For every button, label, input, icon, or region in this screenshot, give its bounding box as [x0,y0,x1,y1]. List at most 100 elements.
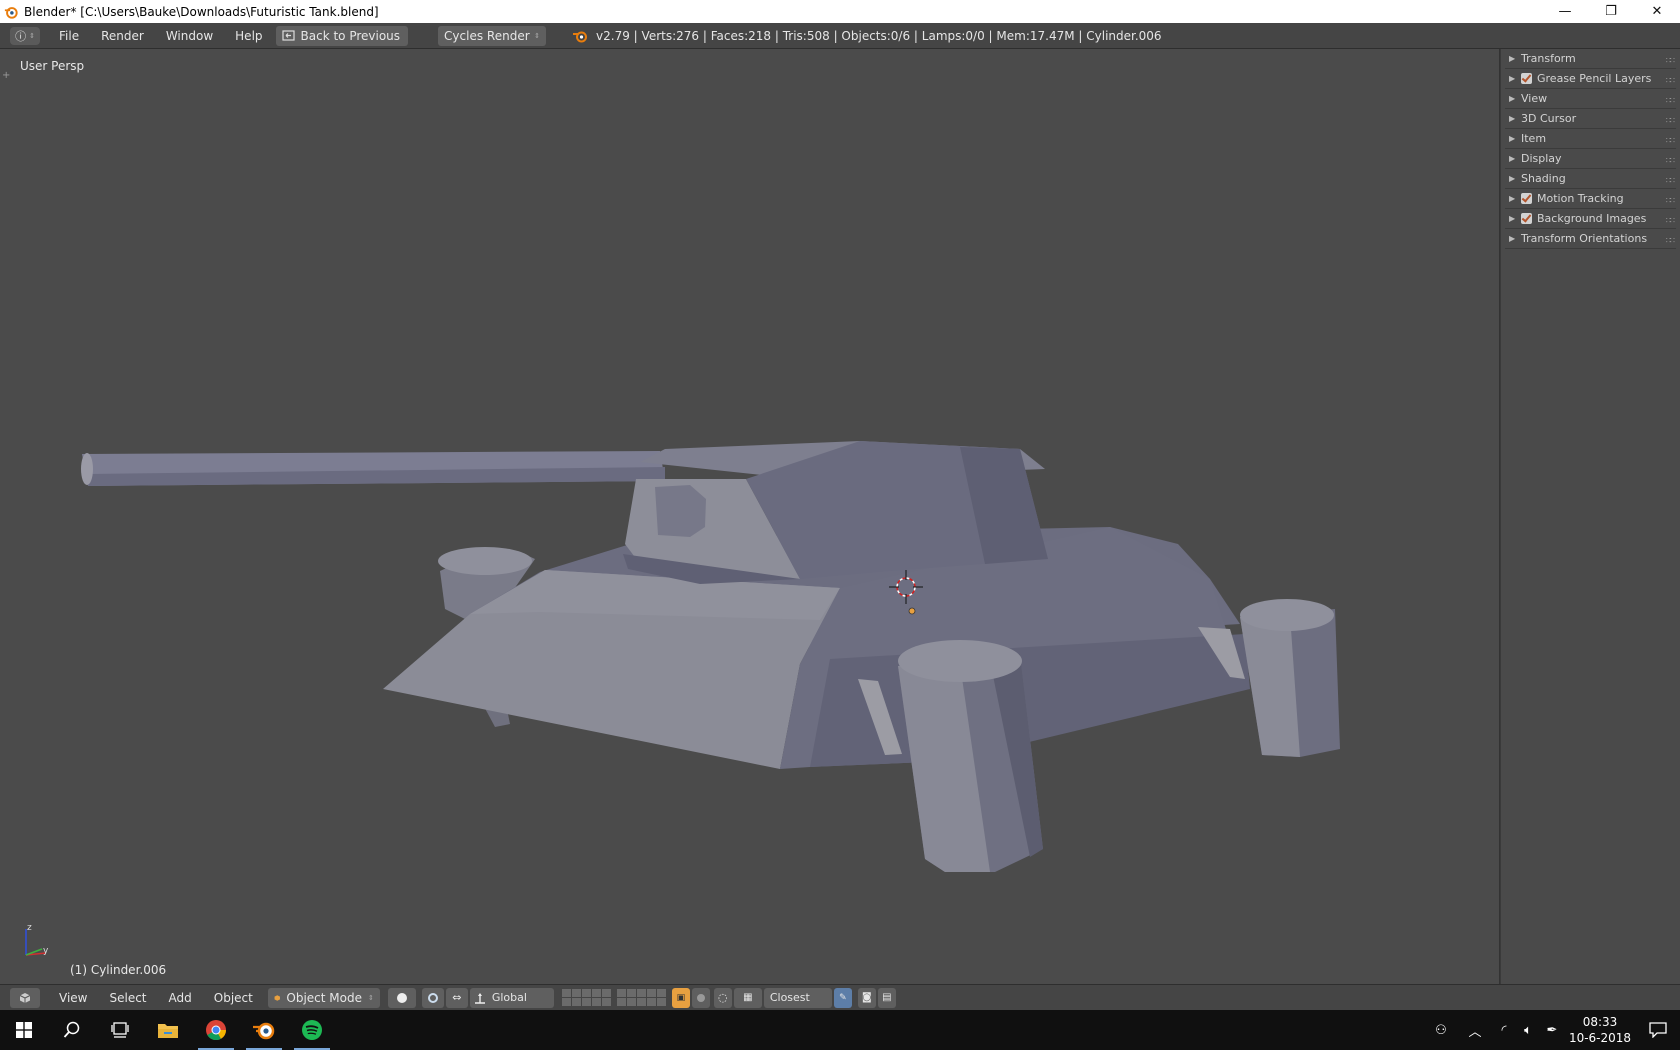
layer-slot[interactable] [601,998,611,1006]
tank-model[interactable]: z y [0,49,1500,984]
blender-taskbar-button[interactable] [240,1010,288,1050]
grip-icon[interactable]: ∷∷ [1666,76,1675,85]
grip-icon[interactable]: ∷∷ [1666,96,1675,105]
back-to-previous-button[interactable]: Back to Previous [275,25,409,46]
checkbox-icon[interactable] [1521,73,1532,84]
layer-slot[interactable] [646,989,656,997]
grip-icon[interactable]: ∷∷ [1666,156,1675,165]
system-tray: ⚇ ︿ ◜ 🔈︎ ✒ 08:33 10-6-2018 [1424,1010,1680,1050]
menu-window[interactable]: Window [155,29,224,43]
panel-grease-pencil-layers[interactable]: ▶ Grease Pencil Layers ∷∷ [1505,69,1676,89]
grip-icon[interactable]: ∷∷ [1666,56,1675,65]
grip-icon[interactable]: ∷∷ [1666,136,1675,145]
proportional-edit-toggle[interactable]: ◌ [713,987,732,1008]
layer-slot[interactable] [601,989,611,997]
render-engine-select[interactable]: Cycles Render ⇕ [438,25,547,46]
layer-slot[interactable] [581,989,591,997]
scene-layers-grid-2[interactable] [616,989,666,1006]
layer-slot[interactable] [616,998,626,1006]
start-button[interactable] [0,1010,48,1050]
search-button[interactable] [48,1010,96,1050]
interaction-mode-select[interactable]: Object Mode ⇕ [267,987,380,1008]
panel-transform-orientations[interactable]: ▶ Transform Orientations ∷∷ [1505,229,1676,249]
clock[interactable]: 08:33 10-6-2018 [1564,1014,1636,1046]
layer-slot[interactable] [561,989,571,997]
blender-logo-icon [573,31,588,42]
editor-type-button[interactable] [10,987,40,1008]
layer-slot[interactable] [571,998,581,1006]
layer-slot[interactable] [656,998,666,1006]
snap-toggle[interactable]: ✎ [833,987,852,1008]
menu-file[interactable]: File [48,29,90,43]
panel-shading[interactable]: ▶ Shading ∷∷ [1505,169,1676,189]
snap-target-select[interactable]: Closest [763,987,832,1008]
menu-help[interactable]: Help [224,29,273,43]
layer-slot[interactable] [636,989,646,997]
layer-slot[interactable] [656,989,666,997]
checkbox-icon[interactable] [1521,193,1532,204]
layer-slot[interactable] [581,998,591,1006]
manipulator-toggle[interactable]: ⇔ [445,987,468,1008]
window-title: Blender* [C:\Users\Bauke\Downloads\Futur… [24,4,379,19]
layer-slot[interactable] [626,998,636,1006]
grip-icon[interactable]: ∷∷ [1666,196,1675,205]
snap-element-select[interactable]: ▦ [733,987,762,1008]
lock-layers-toggle[interactable]: ▣ [671,987,690,1008]
task-view-button[interactable] [96,1010,144,1050]
pen-button[interactable]: ✒ [1540,1010,1564,1050]
menu-object[interactable]: Object [203,991,264,1005]
expand-arrow-icon: ▶ [1509,114,1516,123]
checkbox-icon[interactable] [1521,213,1532,224]
grip-icon[interactable]: ∷∷ [1666,116,1675,125]
grip-icon[interactable]: ∷∷ [1666,236,1675,245]
opengl-render-button[interactable]: ◙ [857,987,876,1008]
panel-motion-tracking[interactable]: ▶ Motion Tracking ∷∷ [1505,189,1676,209]
panel-label: View [1521,92,1548,105]
snap-target-value: Closest [769,991,810,1004]
grip-icon[interactable]: ∷∷ [1666,176,1675,185]
minimize-button[interactable]: — [1542,0,1588,23]
menu-view[interactable]: View [48,991,98,1005]
editor-type-button[interactable]: ⓘ ⇕ [10,26,40,45]
action-center-button[interactable] [1636,1010,1680,1050]
file-explorer-button[interactable] [144,1010,192,1050]
close-button[interactable]: ✕ [1634,0,1680,23]
info-header: ⓘ ⇕ File Render Window Help Back to Previ… [0,23,1680,49]
render-only-toggle[interactable] [691,987,710,1008]
layer-slot[interactable] [636,998,646,1006]
show-hidden-icons-button[interactable]: ︿ [1458,1010,1492,1050]
panel-item[interactable]: ▶ Item ∷∷ [1505,129,1676,149]
layer-slot[interactable] [571,989,581,997]
layer-slot[interactable] [646,998,656,1006]
layer-slot[interactable] [561,998,571,1006]
menu-select[interactable]: Select [98,991,157,1005]
panel-display[interactable]: ▶ Display ∷∷ [1505,149,1676,169]
menu-render[interactable]: Render [90,29,155,43]
spotify-button[interactable] [288,1010,336,1050]
opengl-animation-button[interactable]: ▤ [877,987,896,1008]
layer-slot[interactable] [591,989,601,997]
network-button[interactable]: ◜ [1492,1010,1516,1050]
panel-view[interactable]: ▶ View ∷∷ [1505,89,1676,109]
viewport-shading-select[interactable] [387,987,416,1008]
volume-button[interactable]: 🔈︎ [1516,1010,1540,1050]
window-titlebar: Blender* [C:\Users\Bauke\Downloads\Futur… [0,0,1680,23]
menu-add[interactable]: Add [158,991,203,1005]
barrel-tip [81,453,93,485]
panel-3d-cursor[interactable]: ▶ 3D Cursor ∷∷ [1505,109,1676,129]
restore-icon: ❐ [1605,4,1617,19]
panel-background-images[interactable]: ▶ Background Images ∷∷ [1505,209,1676,229]
grip-icon[interactable]: ∷∷ [1666,216,1675,225]
transform-orientation-select[interactable]: Global [469,987,554,1008]
chrome-button[interactable] [192,1010,240,1050]
orientation-value: Global [491,991,527,1004]
maximize-button[interactable]: ❐ [1588,0,1634,23]
3d-viewport[interactable]: + User Persp z y (1) Cylinder.006 [0,49,1500,984]
layer-slot[interactable] [626,989,636,997]
layer-slot[interactable] [616,989,626,997]
layer-slot[interactable] [591,998,601,1006]
people-button[interactable]: ⚇ [1424,1010,1458,1050]
pivot-point-select[interactable] [421,987,444,1008]
panel-transform[interactable]: ▶ Transform ∷∷ [1505,49,1676,69]
scene-layers-grid[interactable] [561,989,611,1006]
